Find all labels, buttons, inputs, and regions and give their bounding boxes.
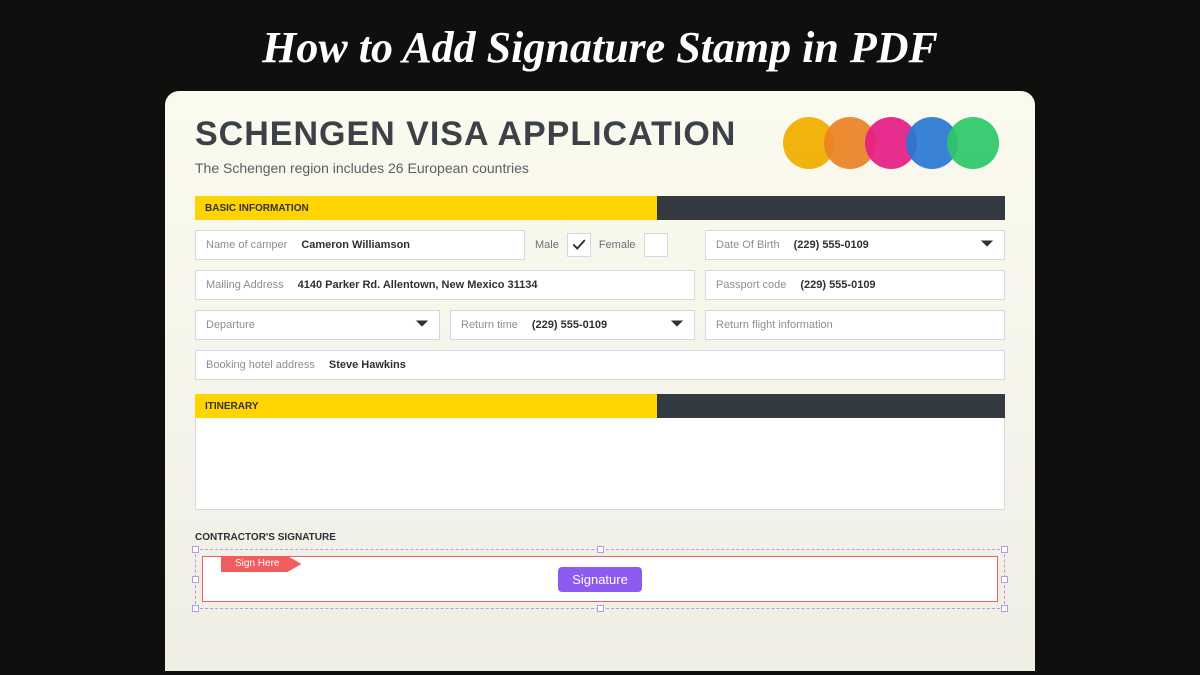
hotel-address-field[interactable]: Booking hotel address Steve Hawkins <box>195 350 1005 380</box>
female-checkbox[interactable] <box>644 233 668 257</box>
dob-field[interactable]: Date Of Birth (229) 555-0109 <box>705 230 1005 260</box>
itinerary-body[interactable] <box>195 418 1005 510</box>
resize-handle[interactable] <box>1001 546 1008 553</box>
section-bar-basic: BASIC INFORMATION <box>195 196 1005 220</box>
document-title: SCHENGEN VISA APPLICATION <box>195 115 736 154</box>
resize-handle[interactable] <box>597 605 604 612</box>
return-flight-field[interactable]: Return flight information <box>705 310 1005 340</box>
gender-group: Male Female <box>535 230 695 260</box>
resize-handle[interactable] <box>1001 576 1008 583</box>
section-label: BASIC INFORMATION <box>195 196 657 220</box>
female-label: Female <box>599 239 636 251</box>
signature-selection-box[interactable]: Sign Here Signature <box>195 549 1005 609</box>
document-subtitle: The Schengen region includes 26 European… <box>195 160 736 176</box>
document-preview: SCHENGEN VISA APPLICATION The Schengen r… <box>165 91 1035 671</box>
return-time-field[interactable]: Return time (229) 555-0109 <box>450 310 695 340</box>
signature-field[interactable]: Sign Here Signature <box>202 556 998 602</box>
resize-handle[interactable] <box>1001 605 1008 612</box>
check-icon <box>572 238 586 252</box>
resize-handle[interactable] <box>192 605 199 612</box>
signature-section-label: CONTRACTOR'S SIGNATURE <box>195 532 1005 543</box>
section-label: ITINERARY <box>195 394 657 418</box>
sign-here-tag: Sign Here <box>221 556 301 572</box>
passport-field[interactable]: Passport code (229) 555-0109 <box>705 270 1005 300</box>
departure-field[interactable]: Departure <box>195 310 440 340</box>
mailing-address-field[interactable]: Mailing Address 4140 Parker Rd. Allentow… <box>195 270 695 300</box>
section-bar-itinerary: ITINERARY <box>195 394 1005 418</box>
page-title: How to Add Signature Stamp in PDF <box>0 0 1200 91</box>
signature-button[interactable]: Signature <box>558 567 642 592</box>
overlapping-circles-logo <box>775 115 1005 175</box>
resize-handle[interactable] <box>192 576 199 583</box>
name-field[interactable]: Name of camper Cameron Williamson <box>195 230 525 260</box>
chevron-down-icon <box>415 319 429 332</box>
resize-handle[interactable] <box>192 546 199 553</box>
chevron-down-icon <box>670 319 684 332</box>
resize-handle[interactable] <box>597 546 604 553</box>
male-label: Male <box>535 239 559 251</box>
male-checkbox[interactable] <box>567 233 591 257</box>
chevron-down-icon <box>980 239 994 252</box>
